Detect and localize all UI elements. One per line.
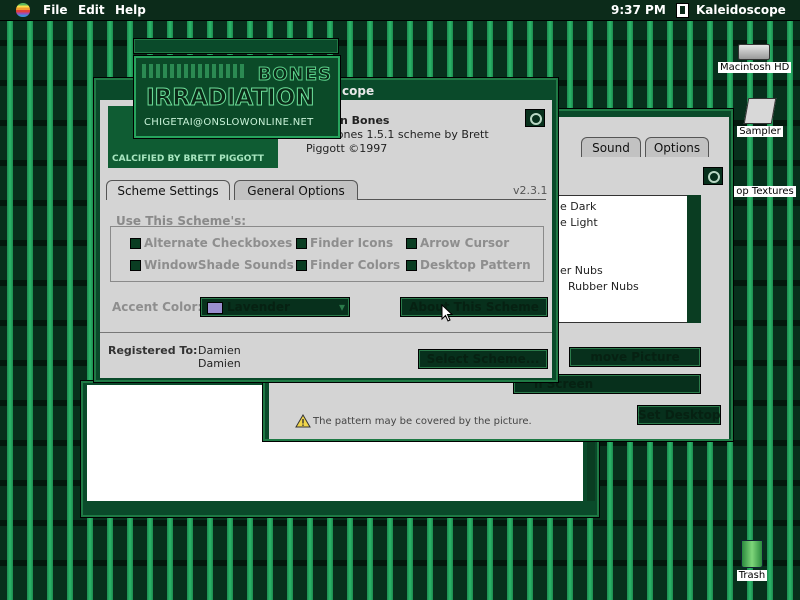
about-this-scheme-button[interactable]: About This Scheme bbox=[400, 297, 548, 317]
pattern-list[interactable]: e Dark e Light er Nubs Rubber Nubs bbox=[557, 195, 701, 323]
list-item[interactable]: er Nubs bbox=[560, 264, 603, 277]
textures-label: op Textures bbox=[734, 186, 796, 197]
windowshade-sounds-checkbox[interactable] bbox=[130, 260, 141, 271]
finder-icons-label: Finder Icons bbox=[310, 236, 394, 250]
desktop-icon-macintosh-hd[interactable]: Macintosh HD bbox=[718, 44, 792, 73]
warning-icon bbox=[295, 414, 311, 428]
sampler-label: Sampler bbox=[737, 126, 783, 137]
tab-scheme-settings[interactable]: Scheme Settings bbox=[106, 180, 230, 200]
tab-scheme-settings-label: Scheme Settings bbox=[117, 184, 219, 198]
finder-icons-checkbox[interactable] bbox=[296, 238, 307, 249]
version-label: v2.3.1 bbox=[513, 184, 548, 197]
trash-label: Trash bbox=[736, 570, 768, 581]
desktop-icon-textures[interactable]: op Textures bbox=[732, 186, 798, 197]
accent-color-dropdown[interactable]: Lavender ▾ bbox=[200, 297, 350, 317]
chevron-down-icon: ▾ bbox=[338, 300, 345, 314]
accent-color-label: Accent Color: bbox=[112, 300, 203, 314]
list-item[interactable]: e Dark bbox=[560, 200, 596, 213]
tab-options-label: Options bbox=[653, 141, 701, 155]
select-scheme-button[interactable]: Select Scheme... bbox=[418, 349, 548, 369]
kaleidoscope-panel: CALCIFIED BY BRETT PIGGOTT ation Bones o… bbox=[100, 100, 552, 378]
macintosh-hd-label: Macintosh HD bbox=[718, 62, 792, 73]
tab-general-options-label: General Options bbox=[247, 184, 345, 198]
desktop-pattern-checkbox[interactable] bbox=[406, 260, 417, 271]
menu-edit[interactable]: Edit bbox=[78, 3, 105, 17]
tab-general-options[interactable]: General Options bbox=[234, 180, 358, 200]
desktop-icon-trash[interactable]: Trash bbox=[734, 540, 770, 581]
desktop-icon-sampler[interactable]: Sampler bbox=[733, 98, 787, 137]
list-item[interactable]: e Light bbox=[560, 216, 598, 229]
arrow-cursor-checkbox[interactable] bbox=[406, 238, 417, 249]
hard-disk-icon bbox=[738, 44, 770, 60]
tab-sound[interactable]: Sound bbox=[581, 137, 641, 157]
tab-sound-label: Sound bbox=[592, 141, 630, 155]
help-icon[interactable] bbox=[703, 167, 723, 185]
finder-colors-checkbox[interactable] bbox=[296, 260, 307, 271]
tab-options[interactable]: Options bbox=[645, 137, 709, 157]
desktop-pattern-label: Desktop Pattern bbox=[420, 258, 531, 272]
accent-color-value: Lavender bbox=[227, 300, 290, 314]
sampler-app-icon bbox=[743, 98, 777, 124]
windowshade-sounds-label: WindowShade Sounds bbox=[144, 258, 294, 272]
trash-icon bbox=[741, 540, 763, 568]
menu-help[interactable]: Help bbox=[115, 3, 146, 17]
alternate-checkboxes-label: Alternate Checkboxes bbox=[144, 236, 293, 250]
application-menu-icon[interactable] bbox=[676, 3, 689, 18]
scheme-description-2: Piggott ©1997 bbox=[306, 142, 388, 155]
splash-irradiation-title: IRRADIATION bbox=[146, 85, 315, 112]
set-desktop-button[interactable]: Set Desktop bbox=[637, 405, 721, 425]
scheme-options-group bbox=[110, 226, 544, 282]
menu-clock[interactable]: 9:37 PM bbox=[611, 3, 666, 17]
apple-menu-icon[interactable] bbox=[16, 3, 30, 17]
arrow-cursor-label: Arrow Cursor bbox=[420, 236, 510, 250]
list-item[interactable]: Rubber Nubs bbox=[568, 280, 639, 293]
accent-color-swatch bbox=[207, 302, 223, 314]
bones-pattern-strip bbox=[142, 64, 247, 78]
splash-bones-title: BONES bbox=[257, 64, 332, 86]
finder-colors-label: Finder Colors bbox=[310, 258, 401, 272]
alternate-checkboxes-checkbox[interactable] bbox=[130, 238, 141, 249]
warning-message: The pattern may be covered by the pictur… bbox=[313, 416, 532, 427]
help-icon[interactable] bbox=[525, 109, 545, 127]
arrow-cursor-icon bbox=[441, 304, 453, 322]
splash-email: CHIGETAI@ONSLOWONLINE.NET bbox=[144, 117, 314, 128]
tab-baseline bbox=[358, 199, 546, 200]
splash-title-bar bbox=[133, 38, 339, 54]
registered-to-label: Registered To: bbox=[108, 344, 198, 357]
scheme-credit: CALCIFIED BY BRETT PIGGOTT bbox=[112, 154, 264, 164]
divider bbox=[100, 332, 552, 333]
remove-picture-button[interactable]: move Picture bbox=[569, 347, 701, 367]
registered-name-2: Damien bbox=[198, 357, 241, 370]
menu-file[interactable]: File bbox=[43, 3, 68, 17]
menu-bar: File Edit Help 9:37 PM Kaleidoscope bbox=[0, 0, 800, 21]
application-menu-label[interactable]: Kaleidoscope bbox=[696, 3, 786, 17]
scheme-splash-overlay: BONES IRRADIATION CHIGETAI@ONSLOWONLINE.… bbox=[133, 55, 341, 139]
window-title: cope bbox=[342, 84, 375, 98]
registered-name-1: Damien bbox=[198, 344, 241, 357]
pattern-list-scrollbar[interactable] bbox=[687, 195, 701, 323]
